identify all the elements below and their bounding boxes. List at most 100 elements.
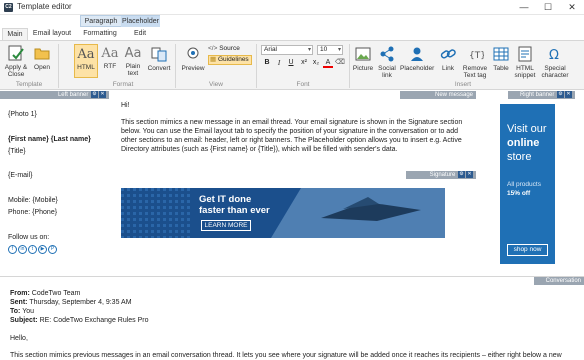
learn-more-button[interactable]: LEARN MORE — [201, 220, 251, 231]
html-snippet-button[interactable]: HTML snippet — [512, 45, 538, 79]
banner-headline: Get IT done faster than ever — [199, 194, 270, 216]
link-icon — [440, 49, 456, 59]
maximize-button[interactable]: ☐ — [540, 1, 556, 13]
convert-label: Convert — [147, 65, 171, 72]
settings-icon[interactable]: ⚙ — [557, 91, 564, 98]
context-tab-placeholder[interactable]: Placeholder — [121, 16, 160, 27]
chevron-down-icon: ▾ — [337, 47, 341, 53]
special-character-button[interactable]: Ω Special character — [539, 45, 571, 79]
close-icon[interactable]: ✕ — [99, 91, 106, 98]
conversation-body: This section mimics previous messages in… — [10, 352, 562, 359]
subscript-button[interactable]: x₂ — [311, 58, 321, 68]
left-banner-pane[interactable]: Left banner ⚙ ✕ {Photo 1} {First name} {L… — [0, 91, 109, 275]
conversation-label: Conversation — [545, 278, 581, 284]
new-message-pane[interactable]: New message Hi! This section mimics a ne… — [110, 91, 476, 171]
from-label: From: — [10, 290, 30, 297]
pinterest-icon[interactable]: P — [48, 245, 57, 254]
social-link-button[interactable]: Social link — [376, 45, 398, 79]
rtf-format-icon: Aa — [101, 46, 119, 61]
bold-button[interactable]: B — [262, 58, 272, 68]
ad-line2: online — [507, 137, 540, 149]
source-label: Source — [219, 45, 240, 52]
left-banner-label: Left banner — [57, 92, 89, 98]
new-message-header: New message — [400, 91, 476, 99]
title-bar: C2 Template editor — ☐ ✕ — [0, 0, 584, 15]
conversation-header: Conversation — [534, 277, 584, 285]
right-banner-ad[interactable]: Visit our online store All products 15% … — [500, 104, 555, 264]
tab-formatting[interactable]: Formatting — [80, 28, 120, 40]
superscript-button[interactable]: x² — [299, 58, 309, 68]
open-button[interactable]: Open — [32, 44, 52, 71]
link-button[interactable]: Link — [438, 45, 458, 72]
rtf-format-button[interactable]: Aa RTF — [100, 45, 120, 70]
phone-placeholder: Phone: {Phone} — [8, 209, 58, 216]
placeholder-button[interactable]: Placeholder — [400, 45, 434, 72]
remove-text-tag-button[interactable]: {T} Remove Text tag — [460, 45, 490, 79]
table-label: Table — [493, 65, 509, 72]
font-size-select[interactable]: 10 ▾ — [317, 45, 343, 55]
greeting-text: Hi! — [121, 102, 130, 109]
clear-format-icon[interactable]: ⌫ — [335, 58, 345, 68]
from-line: From: CodeTwo Team — [10, 289, 80, 298]
close-icon[interactable]: ✕ — [466, 171, 473, 178]
tab-edit[interactable]: Edit — [125, 28, 155, 40]
close-button[interactable]: ✕ — [564, 1, 580, 13]
sent-value: Thursday, September 4, 9:35 AM — [29, 299, 132, 306]
font-name-select[interactable]: Arial ▾ — [261, 45, 313, 55]
right-banner-pane[interactable]: Right banner ⚙ ✕ Visit our online store A… — [477, 91, 575, 275]
picture-label: Picture — [352, 65, 374, 72]
social-icons: f in t ▶ P — [8, 245, 58, 254]
tab-main[interactable]: Main — [2, 28, 28, 40]
preview-button[interactable]: Preview — [179, 45, 207, 72]
html-snippet-label: HTML snippet — [514, 65, 536, 79]
apply-close-button[interactable]: Apply & Close — [2, 44, 30, 78]
shop-now-button[interactable]: shop now — [507, 244, 548, 256]
signature-banner-image[interactable]: Get IT done faster than ever LEARN MORE — [121, 188, 445, 238]
group-label-insert: Insert — [454, 81, 472, 88]
apply-close-label: Apply & Close — [4, 64, 28, 78]
ribbon: Apply & Close Open Template Aa HTML Aa R… — [0, 40, 584, 90]
settings-icon[interactable]: ⚙ — [91, 91, 98, 98]
italic-button[interactable]: I — [274, 58, 284, 68]
youtube-icon[interactable]: ▶ — [38, 245, 47, 254]
underline-button[interactable]: U — [286, 58, 296, 68]
ad-sub2: 15% off — [507, 190, 531, 197]
to-value: You — [22, 308, 35, 315]
table-button[interactable]: Table — [491, 45, 511, 72]
picture-button[interactable]: Picture — [352, 45, 374, 72]
tab-email-layout[interactable]: Email layout — [30, 28, 74, 40]
font-color-button[interactable]: A — [323, 58, 333, 68]
group-label-view: View — [209, 81, 223, 88]
signature-header: Signature ⚙ ✕ — [406, 171, 476, 179]
convert-button[interactable]: Convert — [146, 45, 172, 72]
source-button[interactable]: </> Source — [208, 44, 252, 54]
right-banner-header: Right banner ⚙ ✕ — [508, 91, 575, 99]
open-label: Open — [34, 64, 50, 71]
conversation-pane[interactable]: Conversation From: CodeTwo Team Sent: Th… — [0, 277, 584, 360]
left-banner-header: Left banner ⚙ ✕ — [0, 91, 109, 99]
picture-icon — [355, 47, 371, 61]
guidelines-button[interactable]: ▦ Guidelines — [208, 55, 252, 65]
sent-label: Sent: — [10, 299, 28, 306]
subject-line: Subject: RE: CodeTwo Exchange Rules Pro — [10, 316, 149, 325]
ad-line1: Visit our — [507, 123, 547, 135]
preview-label: Preview — [181, 65, 205, 72]
close-icon[interactable]: ✕ — [565, 91, 572, 98]
folder-icon — [34, 48, 50, 60]
html-format-button[interactable]: Aa HTML — [74, 44, 98, 78]
svg-text:Ω: Ω — [549, 48, 559, 63]
linkedin-icon[interactable]: in — [18, 245, 27, 254]
to-label: To: — [10, 308, 21, 315]
group-separator — [349, 44, 350, 88]
settings-icon[interactable]: ⚙ — [458, 171, 465, 178]
group-label-format: Format — [112, 81, 134, 88]
twitter-icon[interactable]: t — [28, 245, 37, 254]
window-title: Template editor — [17, 2, 72, 11]
link-label: Link — [442, 65, 454, 72]
facebook-icon[interactable]: f — [8, 245, 17, 254]
context-tab-paragraph[interactable]: Paragraph — [81, 16, 121, 27]
source-icon: </> — [208, 45, 218, 52]
signature-pane[interactable]: Signature ⚙ ✕ Get IT done faster than eve… — [110, 171, 476, 275]
minimize-button[interactable]: — — [516, 1, 532, 13]
plain-text-format-button[interactable]: Aa Plain text — [122, 45, 144, 77]
